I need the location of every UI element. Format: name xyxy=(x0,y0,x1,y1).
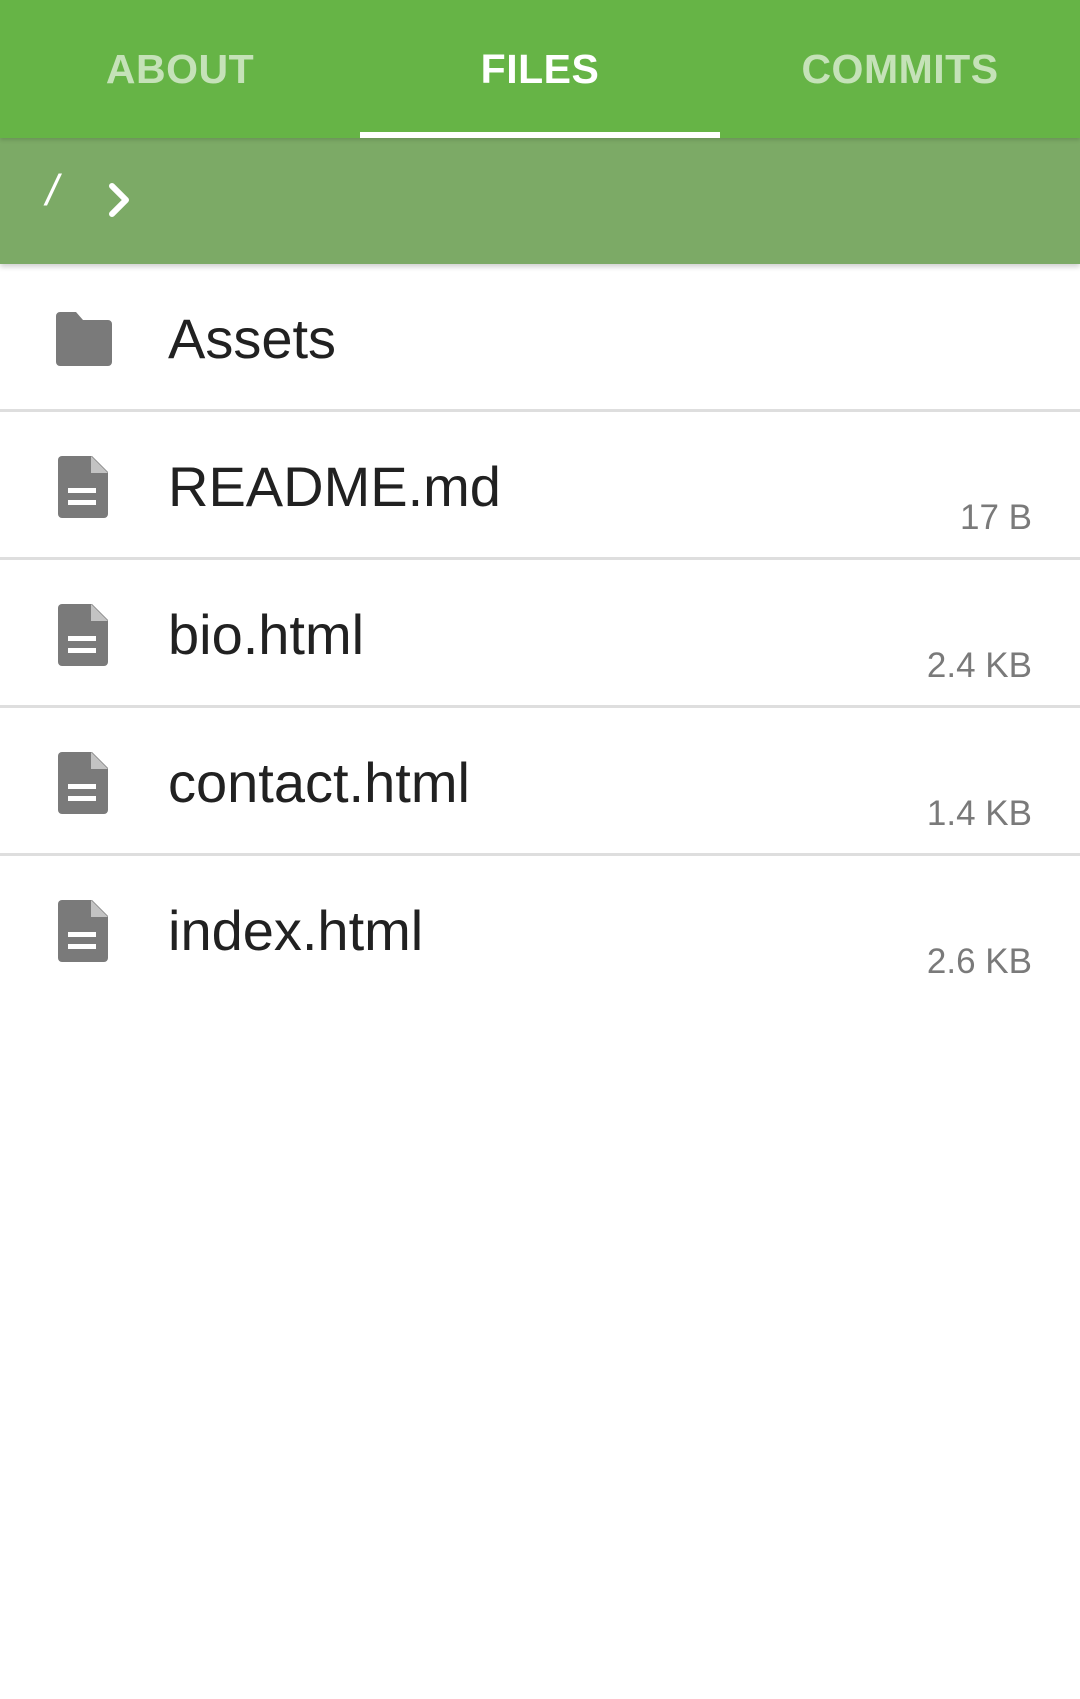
file-size: 2.6 KB xyxy=(926,942,1032,981)
file-row-bio[interactable]: bio.html 2.4 KB xyxy=(0,560,1080,708)
folder-icon xyxy=(56,312,112,366)
file-icon xyxy=(58,456,108,518)
file-name: bio.html xyxy=(168,603,365,666)
file-name: Assets xyxy=(168,307,337,370)
file-name: contact.html xyxy=(168,751,470,814)
tab-commits[interactable]: COMMITS xyxy=(720,0,1080,138)
chevron-right-icon xyxy=(109,183,129,217)
file-size: 17 B xyxy=(960,498,1032,537)
file-name: README.md xyxy=(168,455,501,518)
file-row-index[interactable]: index.html 2.6 KB xyxy=(0,856,1080,1001)
tab-bar: ABOUT FILES COMMITS xyxy=(0,0,1080,138)
file-list: Assets README.md 17 B bio.html 2.4 KB co xyxy=(0,264,1080,1001)
file-icon xyxy=(58,604,108,666)
file-size: 1.4 KB xyxy=(926,794,1032,833)
breadcrumb-root[interactable]: / xyxy=(46,166,58,216)
tab-about[interactable]: ABOUT xyxy=(0,0,360,138)
file-size: 2.4 KB xyxy=(926,646,1032,685)
folder-row-assets[interactable]: Assets xyxy=(0,264,1080,412)
file-icon xyxy=(58,900,108,962)
file-name: index.html xyxy=(168,899,424,962)
file-row-contact[interactable]: contact.html 1.4 KB xyxy=(0,708,1080,856)
file-row-readme[interactable]: README.md 17 B xyxy=(0,412,1080,560)
file-icon xyxy=(58,752,108,814)
tab-files[interactable]: FILES xyxy=(360,0,720,138)
breadcrumb: / xyxy=(0,138,1080,264)
